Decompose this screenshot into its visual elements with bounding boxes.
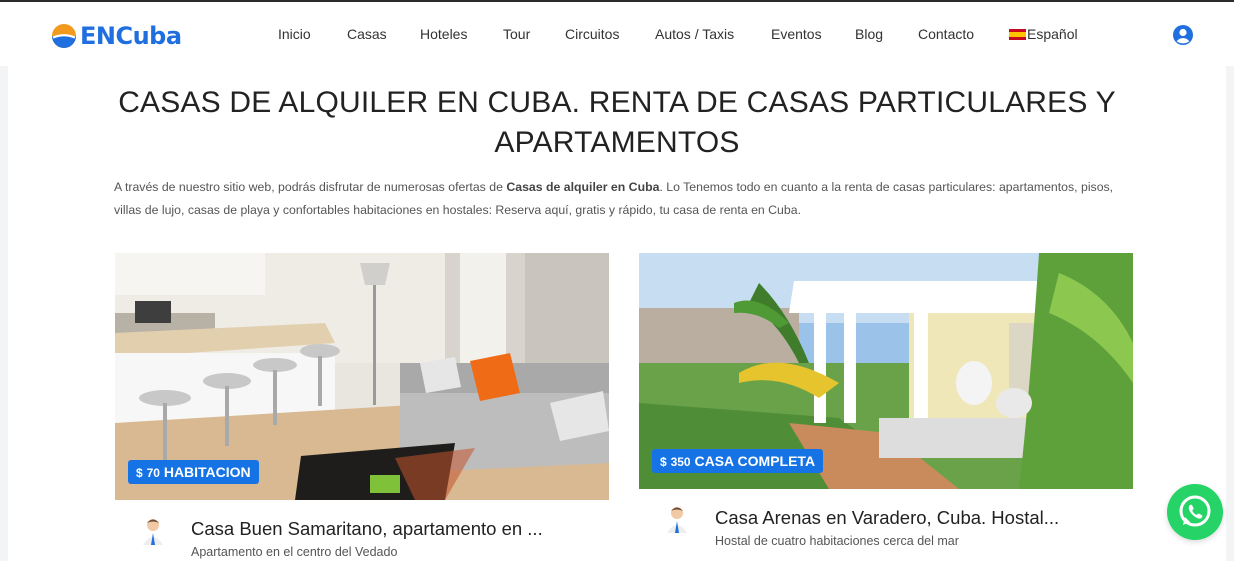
listing-title[interactable]: Casa Buen Samaritano, apartamento en ... bbox=[191, 518, 543, 540]
language-selector[interactable]: Español bbox=[1009, 26, 1078, 42]
page-title: CASAS DE ALQUILER EN CUBA. RENTA DE CASA… bbox=[0, 83, 1234, 163]
intro-link-casas-alquiler[interactable]: Casas de alquiler en Cuba bbox=[506, 180, 659, 194]
listing-title[interactable]: Casa Arenas en Varadero, Cuba. Hostal... bbox=[715, 507, 1059, 529]
listing-card[interactable]: $ 350 CASA COMPLETA Casa Arenas en Varad… bbox=[639, 253, 1133, 561]
intro-text-start: A través de nuestro sitio web, podrás di… bbox=[114, 180, 507, 194]
nav-item-eventos[interactable]: Eventos bbox=[771, 26, 822, 42]
whatsapp-chat-button[interactable] bbox=[1167, 484, 1223, 540]
navbar: ENCuba Inicio Casas Hoteles Tour Circuit… bbox=[0, 2, 1234, 66]
listing-subtitle: Hostal de cuatro habitaciones cerca del … bbox=[715, 534, 959, 548]
price-badge: $ 70 HABITACION bbox=[128, 460, 259, 484]
nav-item-hoteles[interactable]: Hoteles bbox=[420, 26, 467, 42]
nav-item-contacto[interactable]: Contacto bbox=[918, 26, 974, 42]
logo[interactable]: ENCuba bbox=[51, 21, 182, 51]
nav-item-autos-taxis[interactable]: Autos / Taxis bbox=[655, 26, 734, 42]
page-title-line-2: APARTAMENTOS bbox=[494, 126, 740, 159]
user-account-icon[interactable] bbox=[1172, 24, 1194, 46]
listing-type: CASA COMPLETA bbox=[694, 453, 816, 469]
price-badge: $ 350 CASA COMPLETA bbox=[652, 449, 824, 473]
spain-flag-icon bbox=[1009, 29, 1026, 40]
nav-item-blog[interactable]: Blog bbox=[855, 26, 883, 42]
price-currency: $ bbox=[660, 455, 667, 469]
price-currency: $ bbox=[136, 466, 143, 480]
globe-logo-icon bbox=[52, 24, 76, 48]
price-amount: 350 bbox=[670, 455, 691, 469]
brand-name: ENCuba bbox=[80, 22, 182, 50]
nav-item-tour[interactable]: Tour bbox=[503, 26, 530, 42]
language-label: Español bbox=[1027, 26, 1078, 42]
host-avatar-icon bbox=[667, 507, 687, 533]
page-title-line-1: CASAS DE ALQUILER EN CUBA. RENTA DE CASA… bbox=[118, 86, 1116, 119]
listing-type: HABITACION bbox=[163, 464, 251, 480]
nav-item-casas[interactable]: Casas bbox=[347, 26, 387, 42]
listing-subtitle: Apartamento en el centro del Vedado bbox=[191, 545, 398, 559]
listing-card[interactable]: $ 70 HABITACION Casa Buen Samaritano, ap… bbox=[115, 253, 609, 561]
nav-item-inicio[interactable]: Inicio bbox=[278, 26, 311, 42]
price-amount: 70 bbox=[146, 466, 160, 480]
host-avatar-icon bbox=[143, 519, 163, 545]
whatsapp-icon bbox=[1179, 495, 1211, 527]
intro-paragraph: A través de nuestro sitio web, podrás di… bbox=[114, 176, 1124, 222]
nav-item-circuitos[interactable]: Circuitos bbox=[565, 26, 619, 42]
